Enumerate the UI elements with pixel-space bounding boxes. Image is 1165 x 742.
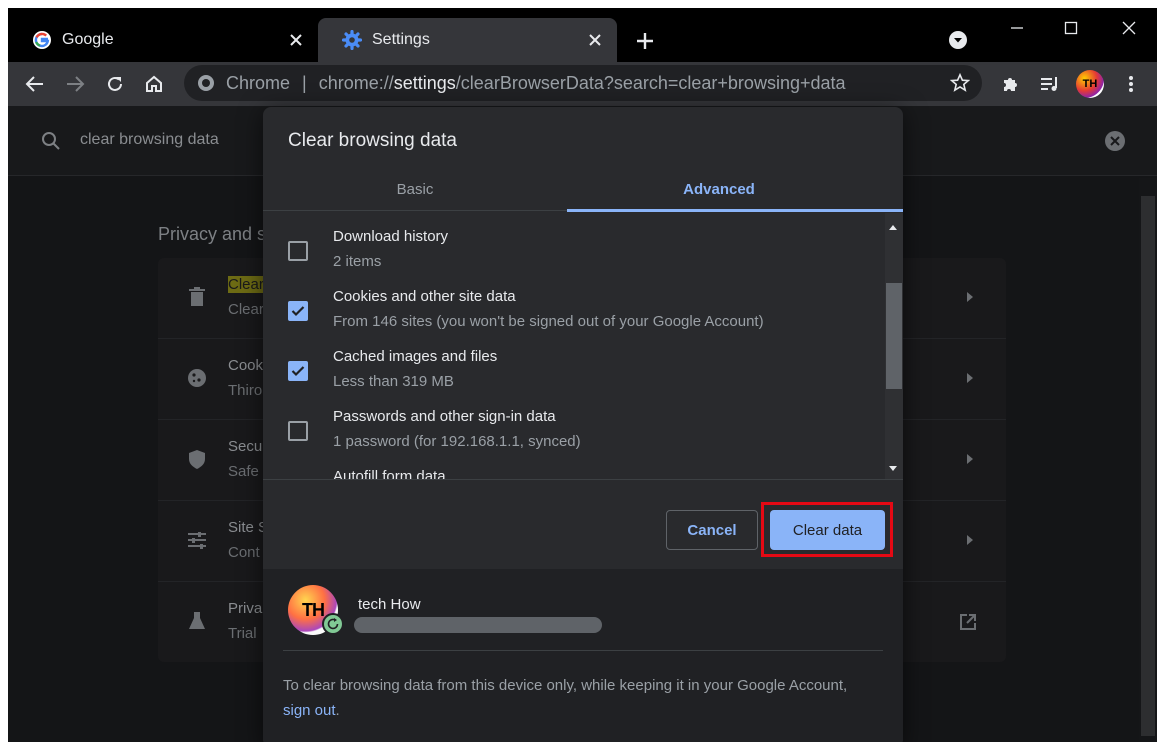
sign-out-link[interactable]: sign out — [283, 702, 336, 719]
row-title: Cook — [228, 357, 264, 374]
omnibox-separator: | — [302, 72, 307, 93]
media-queue-icon[interactable] — [1038, 72, 1062, 96]
section-title: Privacy and s — [158, 224, 267, 244]
omnibox-prefix: Chrome — [226, 72, 291, 93]
close-icon[interactable] — [585, 30, 605, 50]
row-subtitle: Cont — [228, 544, 260, 561]
chevron-right-icon — [964, 371, 976, 385]
tab-advanced[interactable]: Advanced — [567, 167, 903, 212]
checkmark-icon — [291, 306, 305, 317]
cancel-button[interactable]: Cancel — [666, 510, 758, 550]
row-subtitle: Clear — [228, 301, 264, 318]
item-subtitle: Less than 319 MB — [333, 373, 454, 390]
scroll-down-icon[interactable] — [887, 461, 899, 471]
row-title: Clear — [228, 276, 264, 293]
item-title: Passwords and other sign-in data — [333, 408, 556, 425]
flask-icon — [186, 610, 208, 632]
new-tab-icon[interactable] — [634, 30, 656, 52]
dialog-scrollbar-thumb[interactable] — [886, 283, 902, 389]
data-type-list: Download history 2 items Cookies and oth… — [263, 211, 885, 479]
clear-search-icon[interactable] — [1104, 130, 1126, 152]
tab-search-icon[interactable] — [948, 30, 968, 50]
tune-icon — [186, 529, 208, 551]
list-item-cached-images[interactable]: Cached images and files Less than 319 MB — [263, 331, 885, 391]
chevron-right-icon — [964, 533, 976, 547]
row-subtitle: Trial — [228, 625, 257, 642]
tab-title: Settings — [372, 31, 430, 48]
address-bar[interactable]: Chrome | chrome:// settings /clearBrowse… — [184, 65, 982, 101]
url-host: settings — [393, 72, 456, 93]
download-history-checkbox[interactable] — [288, 241, 308, 261]
item-subtitle: From 146 sites (you won't be signed out … — [333, 313, 764, 330]
open-external-icon — [958, 612, 976, 630]
profile-avatar[interactable]: TH — [1076, 70, 1104, 98]
reload-icon[interactable] — [103, 72, 127, 96]
dialog-title: Clear browsing data — [288, 130, 457, 151]
url-path: /clearBrowserData?search=clear+browsing+… — [455, 72, 846, 93]
footer-divider — [283, 650, 883, 651]
shield-icon — [186, 448, 208, 470]
item-subtitle: 2 items — [333, 253, 382, 270]
list-divider — [263, 479, 903, 480]
list-item-cookies[interactable]: Cookies and other site data From 146 sit… — [263, 271, 885, 331]
profile-initials: TH — [1082, 78, 1098, 90]
search-icon — [40, 130, 62, 152]
window-close-icon[interactable] — [1114, 16, 1144, 40]
settings-search-input[interactable]: clear browsing data — [80, 131, 219, 149]
item-title: Cached images and files — [333, 348, 498, 365]
item-title: Autofill form data — [333, 468, 446, 479]
list-item-download-history[interactable]: Download history 2 items — [263, 211, 885, 271]
annotation-highlight-box — [761, 502, 893, 557]
checkmark-icon — [291, 366, 305, 377]
tab-google[interactable]: Google — [8, 18, 318, 62]
row-title: Priva — [228, 600, 263, 617]
chrome-icon — [198, 75, 214, 91]
bookmark-star-icon[interactable] — [949, 72, 971, 93]
minimize-icon[interactable] — [1002, 16, 1032, 40]
close-icon[interactable] — [286, 30, 306, 50]
row-subtitle: Safe — [228, 463, 259, 480]
gear-icon — [342, 30, 362, 50]
item-title: Download history — [333, 228, 449, 245]
passwords-checkbox[interactable] — [288, 421, 308, 441]
home-icon[interactable] — [142, 72, 166, 96]
tab-strip: Google Settings — [8, 8, 1157, 62]
google-icon — [32, 30, 52, 50]
tab-settings[interactable]: Settings — [318, 18, 617, 62]
sync-icon — [322, 613, 344, 635]
page-scrollbar-thumb[interactable] — [1141, 196, 1155, 736]
tab-basic[interactable]: Basic — [263, 167, 567, 211]
trash-icon — [186, 286, 208, 308]
account-footer: TH tech How To clear browsing data from … — [263, 569, 903, 742]
url-scheme: chrome:// — [318, 72, 394, 93]
tab-title: Google — [62, 31, 114, 48]
row-title: Secu — [228, 438, 263, 455]
item-title: Cookies and other site data — [333, 288, 516, 305]
browser-window: Google Settings Chrome | chrome:// setti… — [8, 8, 1157, 742]
cached-images-checkbox[interactable] — [288, 361, 308, 381]
cookies-checkbox[interactable] — [288, 301, 308, 321]
extensions-icon[interactable] — [998, 72, 1022, 96]
toolbar: Chrome | chrome:// settings /clearBrowse… — [8, 62, 1157, 106]
item-subtitle: 1 password (for 192.168.1.1, synced) — [333, 433, 581, 450]
scroll-up-icon[interactable] — [887, 219, 899, 230]
dialog-tabs: Basic Advanced — [263, 167, 903, 212]
footer-text: To clear browsing data from this device … — [283, 677, 848, 719]
account-email-redacted — [354, 617, 602, 633]
cookie-icon — [186, 367, 208, 389]
account-name: tech How — [358, 596, 421, 613]
forward-icon[interactable] — [63, 72, 87, 96]
back-icon[interactable] — [23, 72, 47, 96]
list-item-autofill[interactable]: Autofill form data — [263, 451, 885, 479]
chevron-right-icon — [964, 290, 976, 304]
row-subtitle: Thiro — [228, 382, 263, 399]
more-menu-icon[interactable] — [1119, 72, 1143, 96]
avatar-initials: TH — [302, 599, 325, 620]
chevron-right-icon — [964, 452, 976, 466]
clear-browsing-data-dialog: Clear browsing data Basic Advanced Downl… — [263, 107, 903, 742]
list-item-passwords[interactable]: Passwords and other sign-in data 1 passw… — [263, 391, 885, 451]
maximize-icon[interactable] — [1056, 16, 1086, 40]
